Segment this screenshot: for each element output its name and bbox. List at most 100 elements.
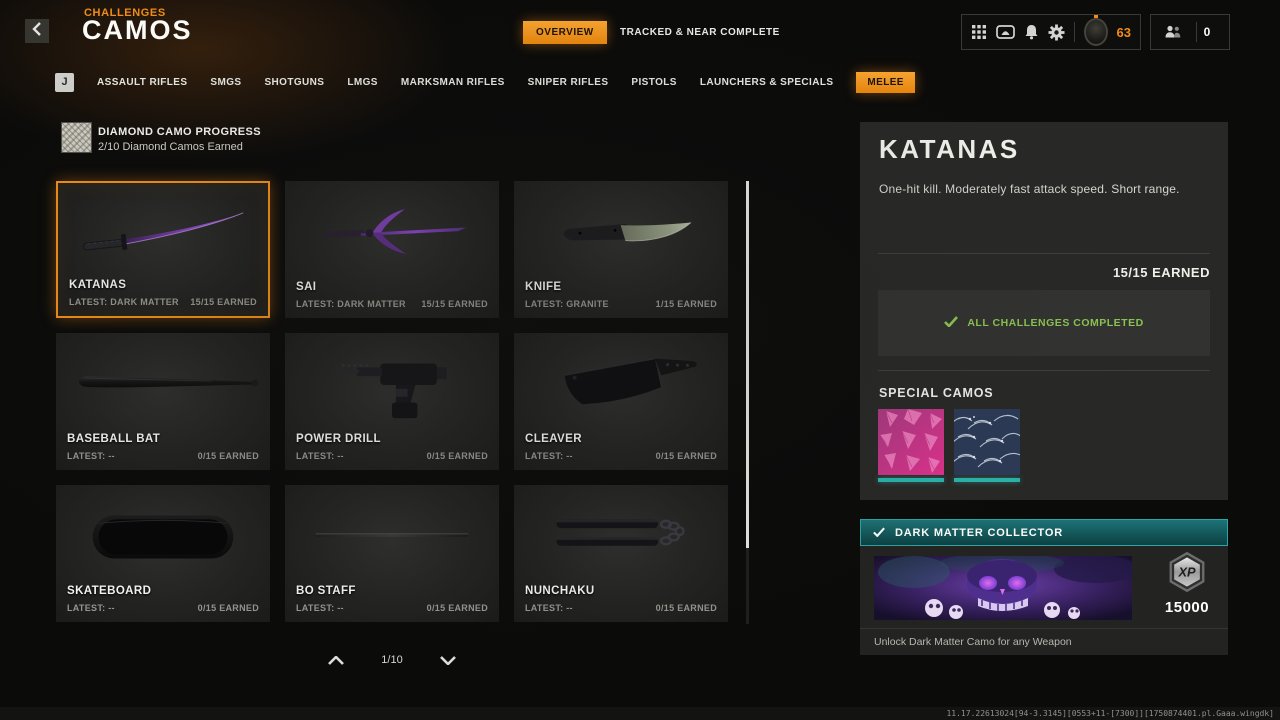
check-icon <box>944 314 959 332</box>
party-widget[interactable]: 0 <box>1150 14 1230 50</box>
page-indicator: 1/10 <box>381 654 403 666</box>
category-tab-launchers-specials[interactable]: LAUNCHERS & SPECIALS <box>700 77 834 88</box>
collector-caption: Unlock Dark Matter Camo for any Weapon <box>874 636 1072 648</box>
divider <box>1074 22 1075 42</box>
weapon-latest-camo: LATEST: DARK MATTER <box>69 297 179 307</box>
weapon-name: KNIFE <box>525 281 562 293</box>
page-up-chevron-icon[interactable] <box>328 655 344 665</box>
tab-tracked-near-complete[interactable]: TRACKED & NEAR COMPLETE <box>620 21 780 44</box>
weapon-card-knife[interactable]: KNIFE LATEST: GRANITE 1/15 EARNED <box>514 181 728 318</box>
nunchaku-art <box>514 490 728 582</box>
weapon-meta: LATEST: -- 0/15 EARNED <box>525 451 717 461</box>
category-tab-shotguns[interactable]: SHOTGUNS <box>264 77 324 88</box>
category-tab-lmgs[interactable]: LMGS <box>347 77 378 88</box>
scrollbar-thumb[interactable] <box>746 181 749 548</box>
divider <box>860 628 1228 629</box>
detail-title: KATANAS <box>879 134 1020 164</box>
weapon-name: SAI <box>296 281 317 293</box>
xp-reward: XP 15000 <box>1156 550 1218 616</box>
bostaff-art <box>285 490 499 582</box>
category-tab-marksman-rifles[interactable]: MARKSMAN RIFLES <box>401 77 505 88</box>
weapon-meta: LATEST: -- 0/15 EARNED <box>525 603 717 613</box>
keybind-hint: J <box>55 72 74 92</box>
notifications-bell-icon[interactable] <box>1024 24 1039 40</box>
page-title: CAMOS <box>82 15 193 45</box>
weapon-grid: KATANAS LATEST: DARK MATTER 15/15 EARNED SA… <box>56 181 728 622</box>
detail-earned-count: 15/15 EARNED <box>1112 265 1210 280</box>
category-tab-assault-rifles[interactable]: ASSAULT RIFLES <box>97 77 187 88</box>
category-tab-melee[interactable]: MELEE <box>856 71 915 93</box>
back-button[interactable] <box>25 19 49 43</box>
sai-art <box>285 186 499 278</box>
weapon-earned-count: 0/15 EARNED <box>655 451 717 461</box>
weapon-latest-camo: LATEST: GRANITE <box>525 299 609 309</box>
settings-gear-icon[interactable] <box>1048 24 1065 41</box>
weapon-name: CLEAVER <box>525 433 582 445</box>
dark-matter-collector-card[interactable]: DARK MATTER COLLECTOR XP 15000 Unlock Da… <box>860 519 1228 655</box>
scrollbar[interactable] <box>746 181 749 624</box>
weapon-latest-camo: LATEST: -- <box>67 451 115 461</box>
bat-art <box>56 338 270 430</box>
weapon-card-cleaver[interactable]: CLEAVER LATEST: -- 0/15 EARNED <box>514 333 728 470</box>
weapon-latest-camo: LATEST: -- <box>67 603 115 613</box>
weapon-card-katanas[interactable]: KATANAS LATEST: DARK MATTER 15/15 EARNED <box>56 181 270 318</box>
weapon-meta: LATEST: -- 0/15 EARNED <box>67 603 259 613</box>
weapon-detail-panel: KATANAS One-hit kill. Moderately fast at… <box>860 122 1228 500</box>
divider <box>878 370 1210 371</box>
weapon-earned-count: 0/15 EARNED <box>426 451 488 461</box>
weapon-meta: LATEST: -- 0/15 EARNED <box>296 451 488 461</box>
weapon-meta: LATEST: DARK MATTER 15/15 EARNED <box>69 297 257 307</box>
wave-camo[interactable] <box>954 409 1020 482</box>
challenges-completed-label: ALL CHALLENGES COMPLETED <box>967 317 1144 329</box>
dark-matter-artwork <box>874 556 1132 620</box>
weapon-name: SKATEBOARD <box>67 585 152 597</box>
weapon-card-power-drill[interactable]: POWER DRILL LATEST: -- 0/15 EARNED <box>285 333 499 470</box>
tab-overview[interactable]: OVERVIEW <box>523 21 607 44</box>
skateboard-art <box>56 490 270 582</box>
weapon-card-nunchaku[interactable]: NUNCHAKU LATEST: -- 0/15 EARNED <box>514 485 728 622</box>
weapon-earned-count: 0/15 EARNED <box>426 603 488 613</box>
diamond-progress-title: DIAMOND CAMO PROGRESS <box>98 126 262 138</box>
weapon-name: NUNCHAKU <box>525 585 595 597</box>
weapon-earned-count: 15/15 EARNED <box>190 297 257 307</box>
special-camos-row <box>878 409 1020 482</box>
cleaver-art <box>514 338 728 430</box>
weapon-latest-camo: LATEST: -- <box>296 603 344 613</box>
weapon-card-baseball-bat[interactable]: BASEBALL BAT LATEST: -- 0/15 EARNED <box>56 333 270 470</box>
category-tab-smgs[interactable]: SMGS <box>210 77 241 88</box>
weapon-earned-count: 0/15 EARNED <box>197 603 259 613</box>
weapon-meta: LATEST: -- 0/15 EARNED <box>296 603 488 613</box>
player-level: 63 <box>1116 24 1131 40</box>
build-version: 11.17.22613024[94-3.3145][0553+11-[7300]… <box>946 709 1274 718</box>
category-tab-sniper-rifles[interactable]: SNIPER RIFLES <box>528 77 609 88</box>
weapon-card-bo-staff[interactable]: BO STAFF LATEST: -- 0/15 EARNED <box>285 485 499 622</box>
weapon-name: BASEBALL BAT <box>67 433 161 445</box>
page-down-chevron-icon[interactable] <box>440 655 456 665</box>
weapon-name: KATANAS <box>69 279 127 291</box>
social-party-icon <box>1163 24 1183 40</box>
challenges-completed-banner: ALL CHALLENGES COMPLETED <box>878 290 1210 356</box>
collector-body: XP 15000 Unlock Dark Matter Camo for any… <box>860 546 1228 655</box>
pink-petal-camo[interactable] <box>878 409 944 482</box>
category-tab-pistols[interactable]: PISTOLS <box>631 77 676 88</box>
katana-art <box>58 188 268 280</box>
detail-description: One-hit kill. Moderately fast attack spe… <box>879 182 1180 196</box>
knife-art <box>514 186 728 278</box>
weapon-name: BO STAFF <box>296 585 356 597</box>
grid-menu-icon[interactable] <box>971 24 987 40</box>
pagination: 1/10 <box>328 654 456 666</box>
weapon-meta: LATEST: GRANITE 1/15 EARNED <box>525 299 717 309</box>
drill-art <box>285 338 499 430</box>
hud-bar: 63 <box>961 14 1141 50</box>
camo-equipped-bar <box>878 478 944 482</box>
rank-emblem-icon[interactable] <box>1083 18 1108 46</box>
weapon-latest-camo: LATEST: DARK MATTER <box>296 299 406 309</box>
xp-badge-icon: XP <box>1165 551 1209 598</box>
weapon-earned-count: 0/15 EARNED <box>655 603 717 613</box>
weapon-card-skateboard[interactable]: SKATEBOARD LATEST: -- 0/15 EARNED <box>56 485 270 622</box>
category-tabs: J ASSAULT RIFLES SMGS SHOTGUNS LMGS MARKSMAN… <box>55 69 915 95</box>
weapon-latest-camo: LATEST: -- <box>525 451 573 461</box>
weapon-card-sai[interactable]: SAI LATEST: DARK MATTER 15/15 EARNED <box>285 181 499 318</box>
gallery-icon[interactable] <box>996 24 1015 40</box>
back-chevron-icon <box>32 21 42 41</box>
